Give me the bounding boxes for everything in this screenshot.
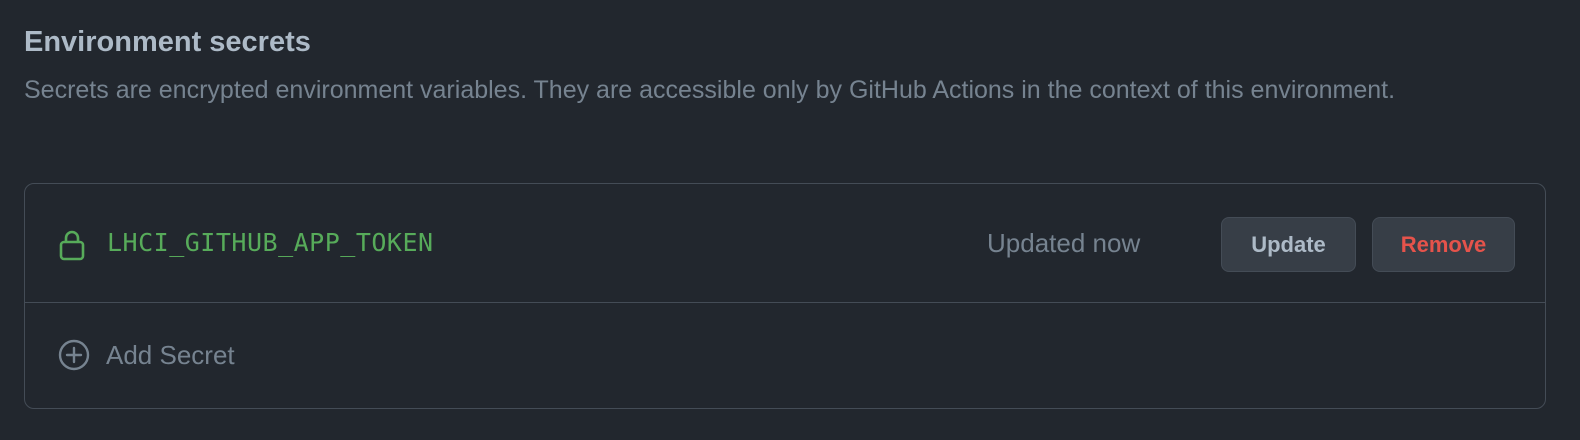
secrets-list: LHCI_GITHUB_APP_TOKEN Updated now Update…: [24, 183, 1546, 409]
secret-updated-status: Updated now: [987, 228, 1141, 258]
section-title: Environment secrets: [24, 26, 311, 58]
remove-button[interactable]: Remove: [1372, 217, 1515, 272]
lock-icon: [59, 230, 85, 261]
secret-name: LHCI_GITHUB_APP_TOKEN: [107, 228, 434, 257]
update-button[interactable]: Update: [1221, 217, 1356, 272]
add-secret-button[interactable]: Add Secret: [25, 303, 1545, 408]
secret-row: LHCI_GITHUB_APP_TOKEN Updated now Update…: [25, 184, 1545, 303]
add-secret-label: Add Secret: [106, 340, 235, 370]
section-description: Secrets are encrypted environment variab…: [24, 76, 1396, 104]
plus-circle-icon: [58, 339, 90, 371]
